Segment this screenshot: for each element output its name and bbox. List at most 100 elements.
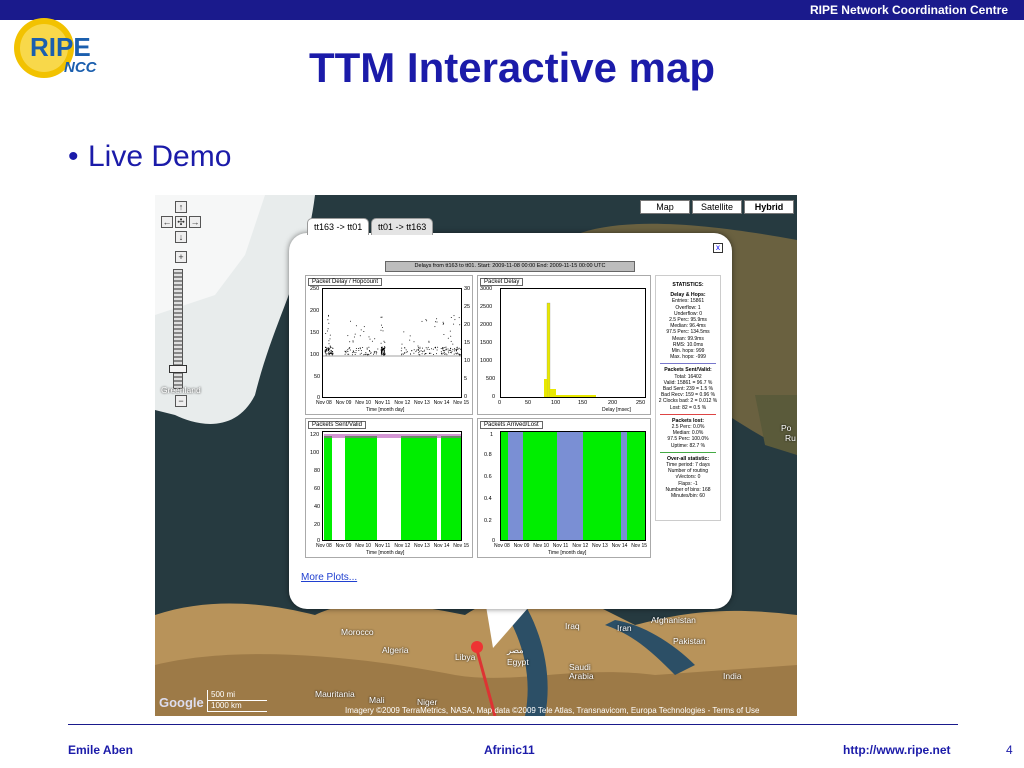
delay-point [444, 352, 446, 354]
valid-block [345, 436, 377, 540]
tick: 0.4 [484, 496, 492, 502]
stats-overall-lines: Time period: 7 days Number of routing vVec… [656, 462, 720, 499]
delay-point [444, 354, 446, 355]
tick: 1000 [480, 358, 493, 364]
arrived-block [583, 432, 621, 540]
delay-point [330, 352, 332, 354]
plot-delay-hopcount [322, 288, 462, 398]
tick: 1 [490, 432, 494, 438]
delay-point [349, 341, 351, 343]
footer-event: Afrinic11 [484, 743, 535, 757]
interactive-map[interactable]: Map Satellite Hybrid ↑ ← ✣ → ↓ + − Green… [155, 195, 797, 716]
map-type-satellite-button[interactable]: Satellite [692, 200, 742, 214]
tick: 200 [310, 308, 320, 314]
delay-point [364, 354, 366, 356]
delay-point [404, 347, 406, 349]
delay-point [329, 345, 331, 347]
info-bubble: tt163 -> tt01 tt01 -> tt163 x Delays fro… [289, 218, 732, 609]
delay-point [384, 346, 386, 347]
delay-point [429, 353, 430, 354]
pan-down-button[interactable]: ↓ [175, 231, 187, 243]
delay-point [354, 354, 356, 355]
panel-packet-delay: Packet Delay 3000 2500 2000 1500 1000 50… [477, 275, 651, 415]
delay-point [328, 343, 330, 345]
map-label-po: Po [781, 423, 792, 433]
delay-point [423, 350, 425, 352]
tick: 0 [498, 400, 502, 406]
delay-point [453, 350, 455, 352]
map-type-map-button[interactable]: Map [640, 200, 690, 214]
delay-point [415, 351, 417, 353]
delay-point [354, 333, 356, 335]
delay-point [406, 351, 408, 353]
tick: 200 [608, 400, 618, 406]
date-tick: Nov 08 [494, 543, 510, 549]
delay-point [366, 347, 368, 349]
map-label-algeria: Algeria [382, 645, 409, 655]
tab-tt163-to-tt01[interactable]: tt163 -> tt01 [307, 218, 370, 235]
pan-up-button[interactable]: ↑ [175, 201, 187, 213]
delay-point [422, 347, 423, 349]
delay-point [435, 321, 436, 323]
delay-point [453, 315, 455, 317]
delay-point [453, 353, 455, 355]
delay-point [381, 327, 383, 328]
delay-point [331, 351, 333, 353]
delay-point [326, 348, 328, 350]
separator [660, 413, 716, 415]
map-label-mali: Mali [369, 695, 385, 705]
footer-url[interactable]: http://www.ripe.net [843, 743, 951, 757]
delay-point [383, 352, 385, 354]
pan-left-button[interactable]: ← [161, 216, 173, 228]
delay-point [419, 348, 421, 350]
tick: 2500 [480, 304, 493, 310]
google-logo[interactable]: Google [159, 695, 204, 710]
delay-point [435, 347, 437, 349]
delay-point [344, 353, 346, 355]
zoom-in-button[interactable]: + [175, 251, 187, 263]
delay-point [427, 346, 429, 348]
date-tick: Nov 09 [335, 400, 352, 406]
tab-tt01-to-tt163[interactable]: tt01 -> tt163 [371, 218, 434, 235]
tick: 0 [492, 394, 496, 400]
date-tick: Nov 11 [374, 400, 391, 406]
tick: 80 [314, 468, 321, 474]
delay-point [457, 352, 459, 354]
delay-point [381, 346, 383, 348]
zoom-out-button[interactable]: − [175, 395, 187, 407]
x-axis-label: Delay [msec] [602, 407, 631, 413]
delay-point [381, 316, 383, 318]
delay-point [453, 323, 455, 325]
pan-right-button[interactable]: → [189, 216, 201, 228]
delay-point [384, 341, 386, 343]
delay-point [363, 354, 365, 356]
delay-point [440, 351, 442, 353]
pan-center-button[interactable]: ✣ [175, 216, 187, 228]
tick: 0.6 [484, 474, 492, 480]
map-type-hybrid-button[interactable]: Hybrid [744, 200, 794, 214]
more-plots-link[interactable]: More Plots... [301, 572, 357, 583]
date-tick: Nov 15 [453, 400, 470, 406]
delay-point [331, 353, 333, 355]
delay-point [450, 335, 452, 337]
delay-point [450, 340, 452, 342]
delay-point [347, 349, 349, 351]
close-icon[interactable]: x [713, 243, 723, 253]
delay-point [413, 352, 415, 354]
delay-point [452, 348, 454, 350]
stats-lost-title: Packets lost: [671, 417, 704, 424]
arrived-block [501, 432, 508, 540]
delay-point [436, 318, 438, 320]
delay-point [355, 350, 357, 351]
map-label-india: India [723, 671, 742, 681]
tick: 10 [464, 358, 471, 364]
stats-sent-title: Packets Sent/Valid: [664, 367, 712, 374]
delay-point [365, 352, 367, 354]
stats-line: Max. hops: -999 [670, 354, 706, 361]
delay-point [328, 348, 330, 350]
delay-point [450, 349, 452, 351]
delay-point [329, 334, 331, 336]
delay-point [403, 353, 404, 355]
delay-point [384, 350, 386, 352]
zoom-slider-thumb[interactable] [169, 365, 187, 373]
